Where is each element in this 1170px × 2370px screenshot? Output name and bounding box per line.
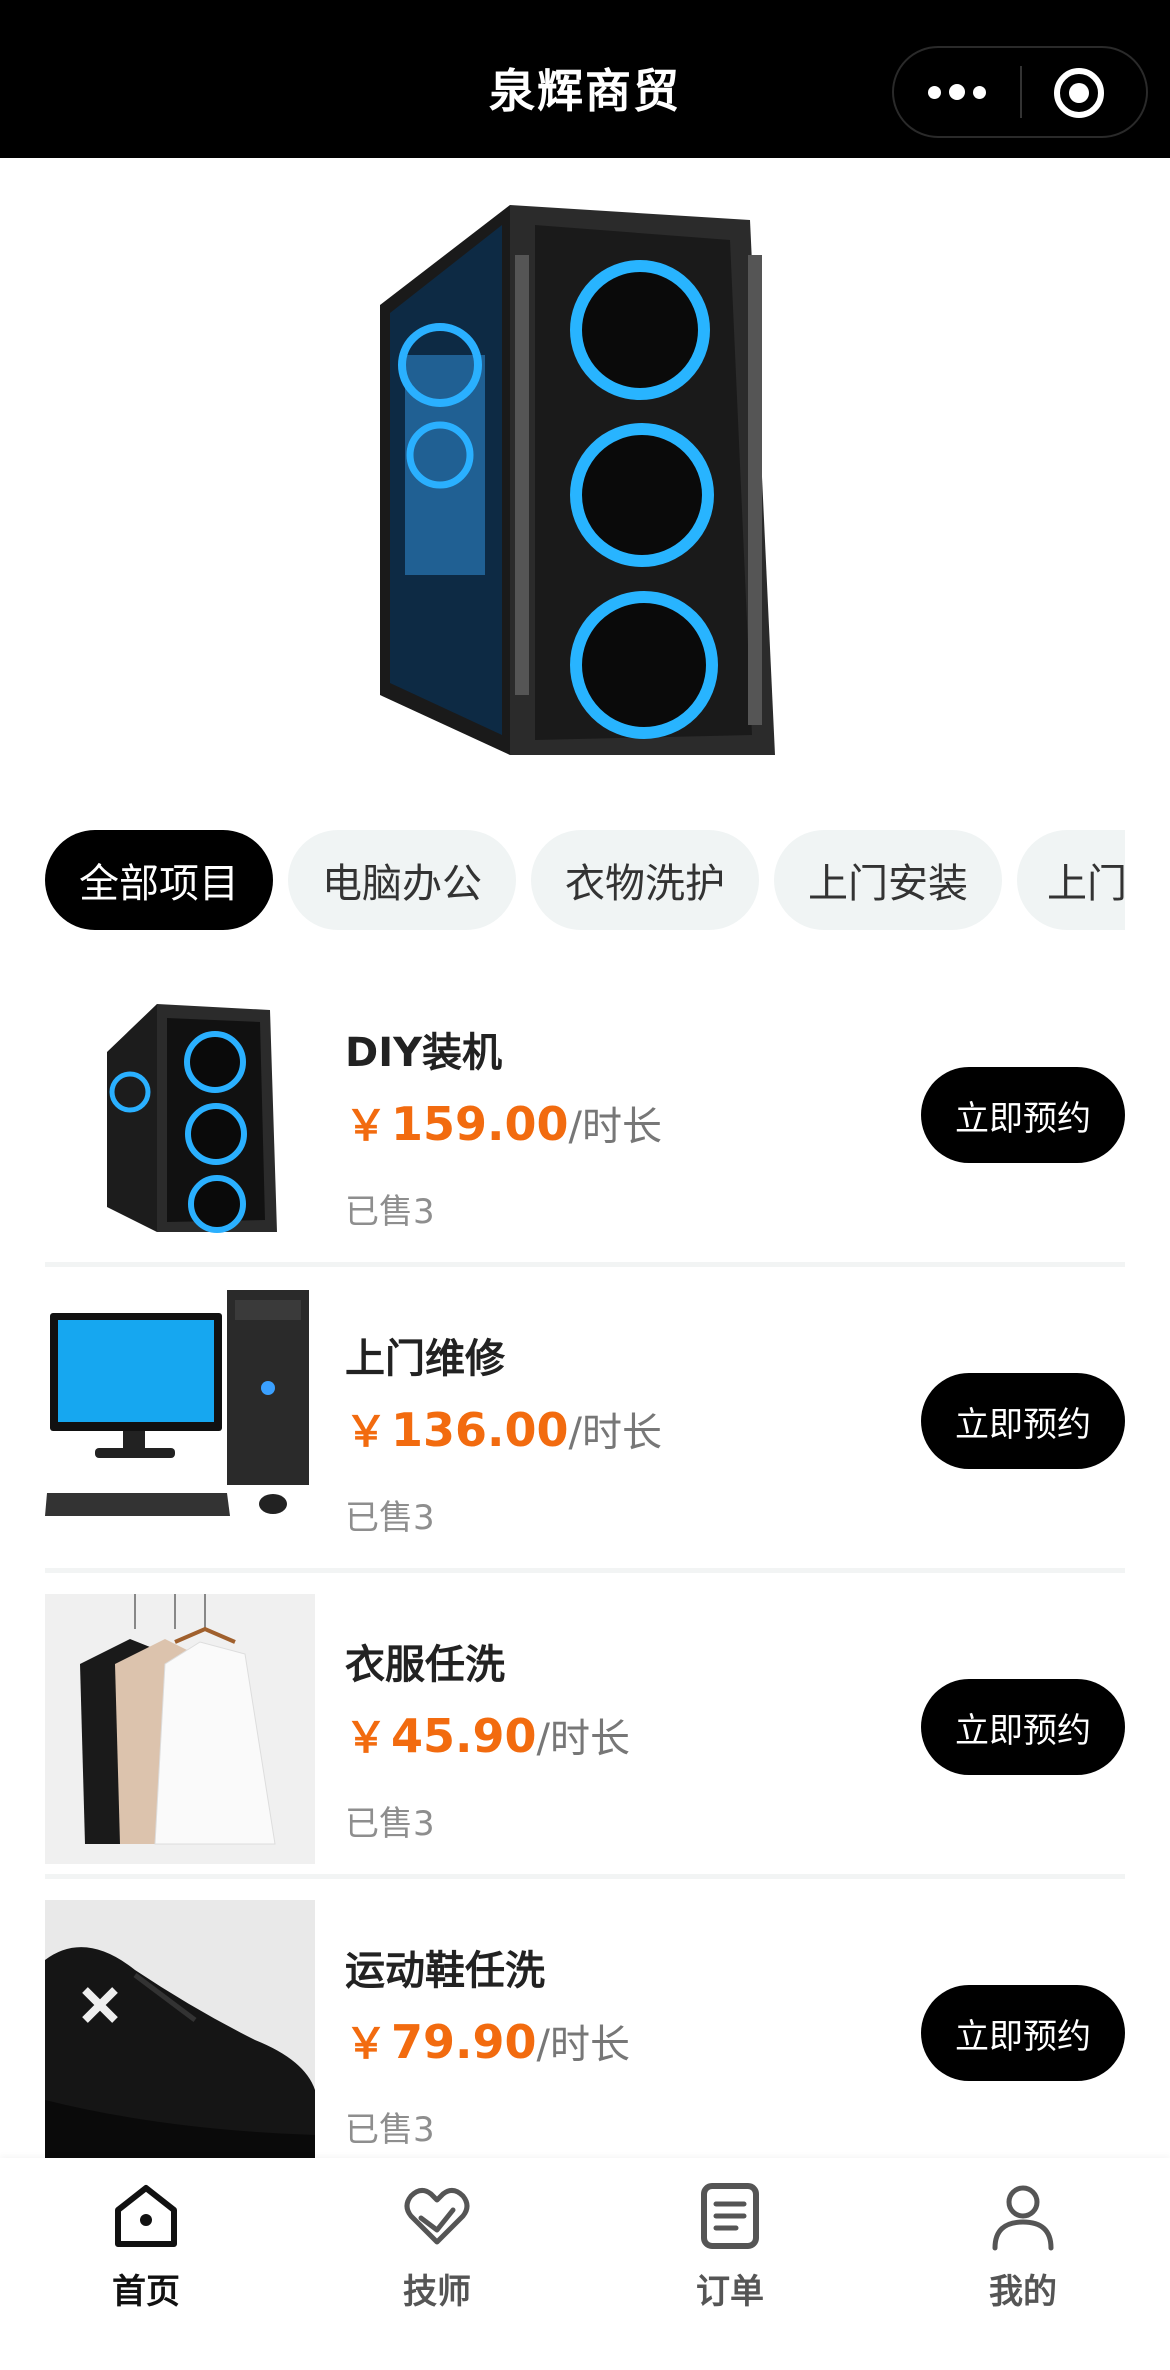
sold-count: 已售3 — [345, 1498, 435, 1538]
item-name: 运动鞋任洗 — [345, 1948, 545, 1994]
home-icon — [115, 2185, 177, 2247]
item-price: ￥159.00/时长 — [345, 1097, 663, 1151]
sold-count: 已售3 — [345, 1804, 435, 1844]
user-icon — [992, 2185, 1054, 2251]
document-icon — [701, 2183, 759, 2249]
item-name: 上门维修 — [345, 1336, 505, 1382]
sold-count: 已售3 — [345, 1192, 435, 1232]
tab-clothing-care[interactable]: 衣物洗护 — [531, 830, 759, 930]
nav-label: 首页 — [112, 2272, 180, 2312]
nav-orders[interactable]: 订单 — [655, 2180, 805, 2330]
book-now-button[interactable]: 立即预约 — [921, 1067, 1125, 1163]
heart-hand-icon — [404, 2188, 470, 2245]
item-name: 衣服任洗 — [345, 1642, 505, 1688]
list-item[interactable]: 上门维修 ￥136.00/时长 已售3 立即预约 — [45, 1288, 1125, 1558]
list-item[interactable]: 运动鞋任洗 ￥79.90/时长 已售3 立即预约 — [45, 1900, 1125, 2158]
desktop-computer-thumbnail — [45, 1288, 315, 1558]
item-price: ￥79.90/时长 — [345, 2015, 631, 2069]
capsule-divider — [1020, 66, 1022, 118]
item-price: ￥45.90/时长 — [345, 1709, 631, 1763]
tab-computer-office[interactable]: 电脑办公 — [288, 830, 516, 930]
sold-count: 已售3 — [345, 2110, 435, 2150]
more-options-icon[interactable] — [894, 48, 1020, 136]
mini-program-capsule — [892, 46, 1148, 138]
list-item[interactable]: DIY装机 ￥159.00/时长 已售3 立即预约 — [45, 982, 1125, 1252]
item-name: DIY装机 — [345, 1030, 503, 1076]
list-item[interactable]: 衣服任洗 ￥45.90/时长 已售3 立即预约 — [45, 1594, 1125, 1864]
book-now-button[interactable]: 立即预约 — [921, 1373, 1125, 1469]
tab-onsite-more[interactable]: 上门 — [1017, 830, 1125, 930]
tab-all-projects[interactable]: 全部项目 — [45, 830, 273, 930]
category-tabs: 全部项目 电脑办公 衣物洗护 上门安装 上门 — [45, 830, 1125, 930]
nav-label: 订单 — [696, 2272, 764, 2312]
book-now-button[interactable]: 立即预约 — [921, 1985, 1125, 2081]
item-price: ￥136.00/时长 — [345, 1403, 663, 1457]
divider — [45, 1874, 1125, 1879]
close-miniprogram-icon[interactable] — [1054, 68, 1104, 118]
tab-onsite-install[interactable]: 上门安装 — [774, 830, 1002, 930]
hero-banner-image[interactable] — [360, 195, 800, 770]
sneaker-thumbnail — [45, 1900, 315, 2158]
pc-case-thumbnail — [45, 982, 315, 1252]
divider — [45, 1262, 1125, 1267]
clothes-thumbnail — [45, 1594, 315, 1864]
top-bar: 泉辉商贸 — [0, 0, 1170, 158]
divider — [45, 1568, 1125, 1573]
nav-profile[interactable]: 我的 — [948, 2180, 1098, 2330]
nav-label: 技师 — [403, 2272, 471, 2312]
nav-home[interactable]: 首页 — [71, 2180, 221, 2330]
nav-label: 我的 — [989, 2272, 1057, 2312]
bottom-tab-bar: 首页 技师 订单 我的 — [0, 2158, 1170, 2370]
nav-technician[interactable]: 技师 — [362, 2180, 512, 2330]
book-now-button[interactable]: 立即预约 — [921, 1679, 1125, 1775]
